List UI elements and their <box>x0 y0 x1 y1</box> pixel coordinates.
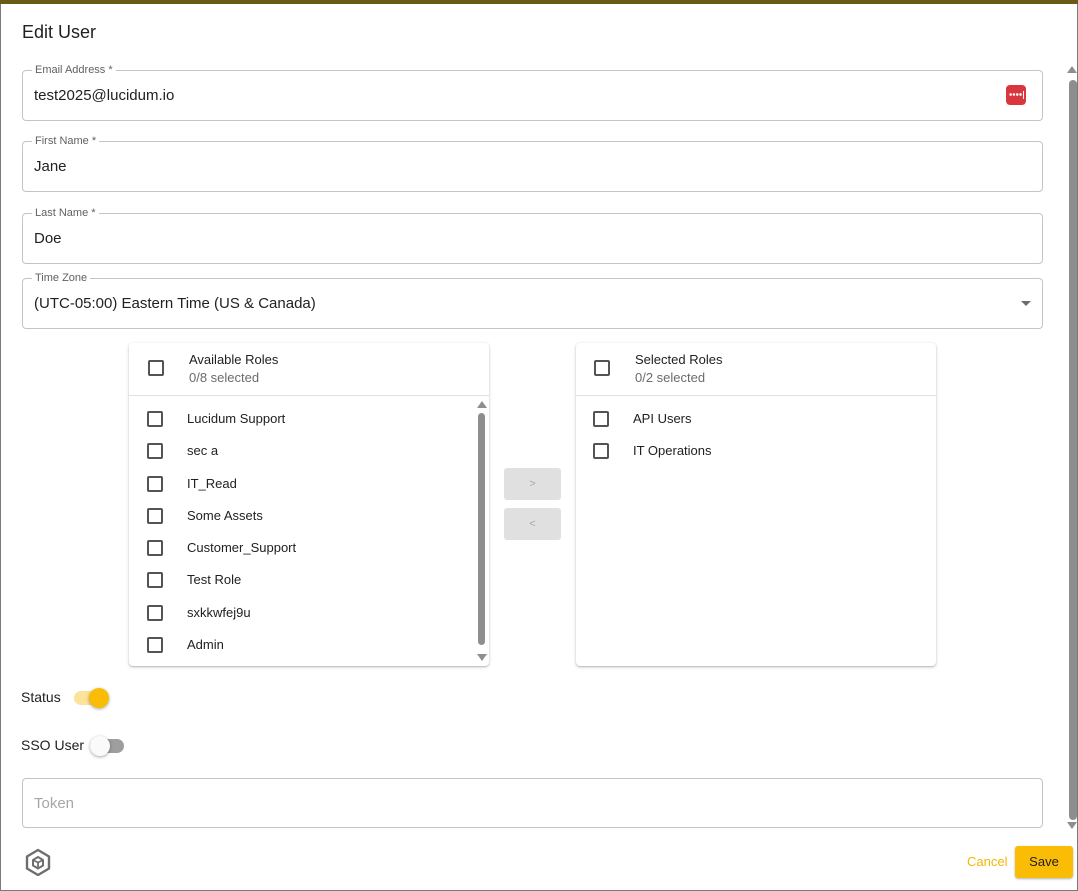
email-value: test2025@lucidum.io <box>34 87 175 104</box>
role-label: Customer_Support <box>187 540 297 555</box>
list-item[interactable]: sec a <box>129 435 469 467</box>
move-left-button[interactable]: < <box>504 508 561 540</box>
scroll-up-arrow-icon[interactable] <box>1067 66 1077 73</box>
first-name-value: Jane <box>34 158 67 175</box>
role-checkbox[interactable] <box>147 605 163 621</box>
role-label: Test Role <box>187 572 242 587</box>
available-roles-header: Available Roles 0/8 selected <box>129 343 489 396</box>
role-label: sxkkwfej9u <box>187 605 251 620</box>
role-label: Some Assets <box>187 508 263 523</box>
dropdown-arrow-icon[interactable] <box>1021 301 1031 306</box>
status-toggle[interactable] <box>74 688 109 708</box>
scroll-down-arrow-icon[interactable] <box>477 654 487 661</box>
select-all-selected-checkbox[interactable] <box>594 360 610 376</box>
list-item[interactable]: Customer_Support <box>129 532 469 564</box>
role-checkbox[interactable] <box>147 411 163 427</box>
scroll-down-arrow-icon[interactable] <box>1067 822 1077 829</box>
token-placeholder: Token <box>34 795 75 812</box>
last-name-value: Doe <box>34 230 62 247</box>
time-zone-label: Time Zone <box>32 271 91 285</box>
first-name-label: First Name * <box>32 134 100 148</box>
list-item[interactable]: Lucidum Support <box>129 403 469 435</box>
role-checkbox[interactable] <box>147 572 163 588</box>
list-item[interactable]: Test Role <box>129 564 469 596</box>
scroll-up-arrow-icon[interactable] <box>477 401 487 408</box>
list-item[interactable]: sxkkwfej9u <box>129 597 469 629</box>
selected-roles-title: Selected Roles <box>635 352 723 367</box>
first-name-field[interactable]: First Name * Jane <box>22 134 1043 192</box>
toggle-thumb[interactable] <box>89 688 109 708</box>
list-item[interactable]: IT Operations <box>576 435 916 467</box>
role-checkbox[interactable] <box>147 508 163 524</box>
list-item[interactable]: Admin <box>129 629 469 661</box>
toggle-thumb[interactable] <box>90 736 110 756</box>
cancel-button[interactable]: Cancel <box>967 854 1007 869</box>
list-item[interactable]: IT_Read <box>129 468 469 500</box>
role-label: sec a <box>187 443 219 458</box>
role-label: API Users <box>633 411 692 426</box>
list-item[interactable]: API Users <box>576 403 916 435</box>
dialog-scrollbar[interactable] <box>1066 64 1078 832</box>
password-manager-icon[interactable] <box>1006 85 1026 105</box>
available-roles-scrollbar[interactable] <box>477 399 487 663</box>
sso-user-toggle[interactable] <box>90 736 124 756</box>
token-input[interactable]: Token <box>22 778 1043 828</box>
available-roles-title: Available Roles <box>189 352 279 367</box>
last-name-label: Last Name * <box>32 206 99 220</box>
status-label: Status <box>21 689 61 705</box>
role-label: Lucidum Support <box>187 411 286 426</box>
lucidum-logo-icon <box>25 848 51 876</box>
dialog-title: Edit User <box>22 22 97 42</box>
selected-roles-panel: Selected Roles 0/2 selected API Users IT… <box>576 343 936 666</box>
role-checkbox[interactable] <box>593 443 609 459</box>
email-label: Email Address * <box>32 63 116 77</box>
available-roles-panel: Available Roles 0/8 selected Lucidum Sup… <box>129 343 489 666</box>
selected-roles-header: Selected Roles 0/2 selected <box>576 343 936 396</box>
role-checkbox[interactable] <box>147 637 163 653</box>
role-checkbox[interactable] <box>147 540 163 556</box>
role-checkbox[interactable] <box>147 443 163 459</box>
role-label: IT_Read <box>187 476 237 491</box>
scroll-thumb[interactable] <box>1069 80 1077 820</box>
email-field[interactable]: Email Address * test2025@lucidum.io <box>22 63 1043 121</box>
move-right-button[interactable]: > <box>504 468 561 500</box>
save-button[interactable]: Save <box>1015 846 1073 878</box>
available-roles-count: 0/8 selected <box>189 370 260 385</box>
list-item[interactable]: Some Assets <box>129 500 469 532</box>
sso-user-label: SSO User <box>21 737 85 753</box>
select-all-available-checkbox[interactable] <box>148 360 164 376</box>
role-checkbox[interactable] <box>593 411 609 427</box>
role-label: Admin <box>187 637 224 652</box>
role-checkbox[interactable] <box>147 476 163 492</box>
last-name-field[interactable]: Last Name * Doe <box>22 206 1043 264</box>
selected-roles-count: 0/2 selected <box>635 370 706 385</box>
time-zone-select[interactable]: Time Zone (UTC-05:00) Eastern Time (US &… <box>22 271 1043 329</box>
time-zone-value: (UTC-05:00) Eastern Time (US & Canada) <box>34 295 316 312</box>
scroll-thumb[interactable] <box>478 413 485 645</box>
role-label: IT Operations <box>633 443 712 458</box>
